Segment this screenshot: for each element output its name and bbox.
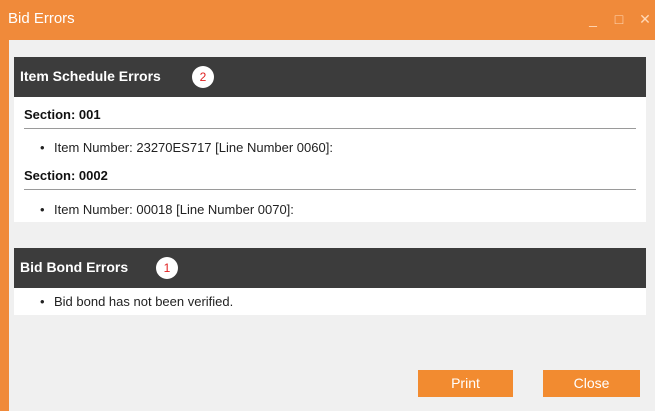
list-item: • Item Number: 00018 [Line Number 0070]: [40,202,294,217]
bullet-icon: • [40,140,45,155]
item-schedule-errors-panel: Item Schedule Errors 2 Section: 001 • Ite… [14,57,646,222]
close-icon[interactable]: ✕ [636,10,654,28]
section-divider [24,189,636,190]
window-title: Bid Errors [8,10,75,27]
bid-bond-errors-title: Bid Bond Errors [20,259,129,275]
bullet-icon: • [40,294,45,309]
bid-bond-errors-header: Bid Bond Errors 1 [14,248,646,288]
bid-bond-errors-panel: Bid Bond Errors 1 • Bid bond has not been… [14,248,646,315]
section-divider [24,128,636,129]
item-schedule-errors-title: Item Schedule Errors [20,68,161,84]
print-button[interactable]: Print [418,370,513,397]
item-schedule-error-count-badge: 2 [192,66,214,88]
item-error-text: Item Number: 00018 [Line Number 0070]: [54,202,294,217]
section-title: Section: 0002 [24,168,108,183]
section-title: Section: 001 [24,107,101,122]
list-item: • Bid bond has not been verified. [40,294,233,309]
bond-error-text: Bid bond has not been verified. [54,294,234,309]
close-button[interactable]: Close [543,370,640,397]
item-error-text: Item Number: 23270ES717 [Line Number 006… [54,140,333,155]
bid-errors-window: Bid Errors _ □ ✕ Item Schedule Errors 2 … [0,0,655,411]
item-schedule-errors-header: Item Schedule Errors 2 [14,57,646,97]
minimize-icon[interactable]: _ [584,10,602,28]
title-bar[interactable]: Bid Errors _ □ ✕ [0,0,655,40]
maximize-icon[interactable]: □ [610,10,628,28]
list-item: • Item Number: 23270ES717 [Line Number 00… [40,140,333,155]
bullet-icon: • [40,202,45,217]
bid-bond-error-count-badge: 1 [156,257,178,279]
